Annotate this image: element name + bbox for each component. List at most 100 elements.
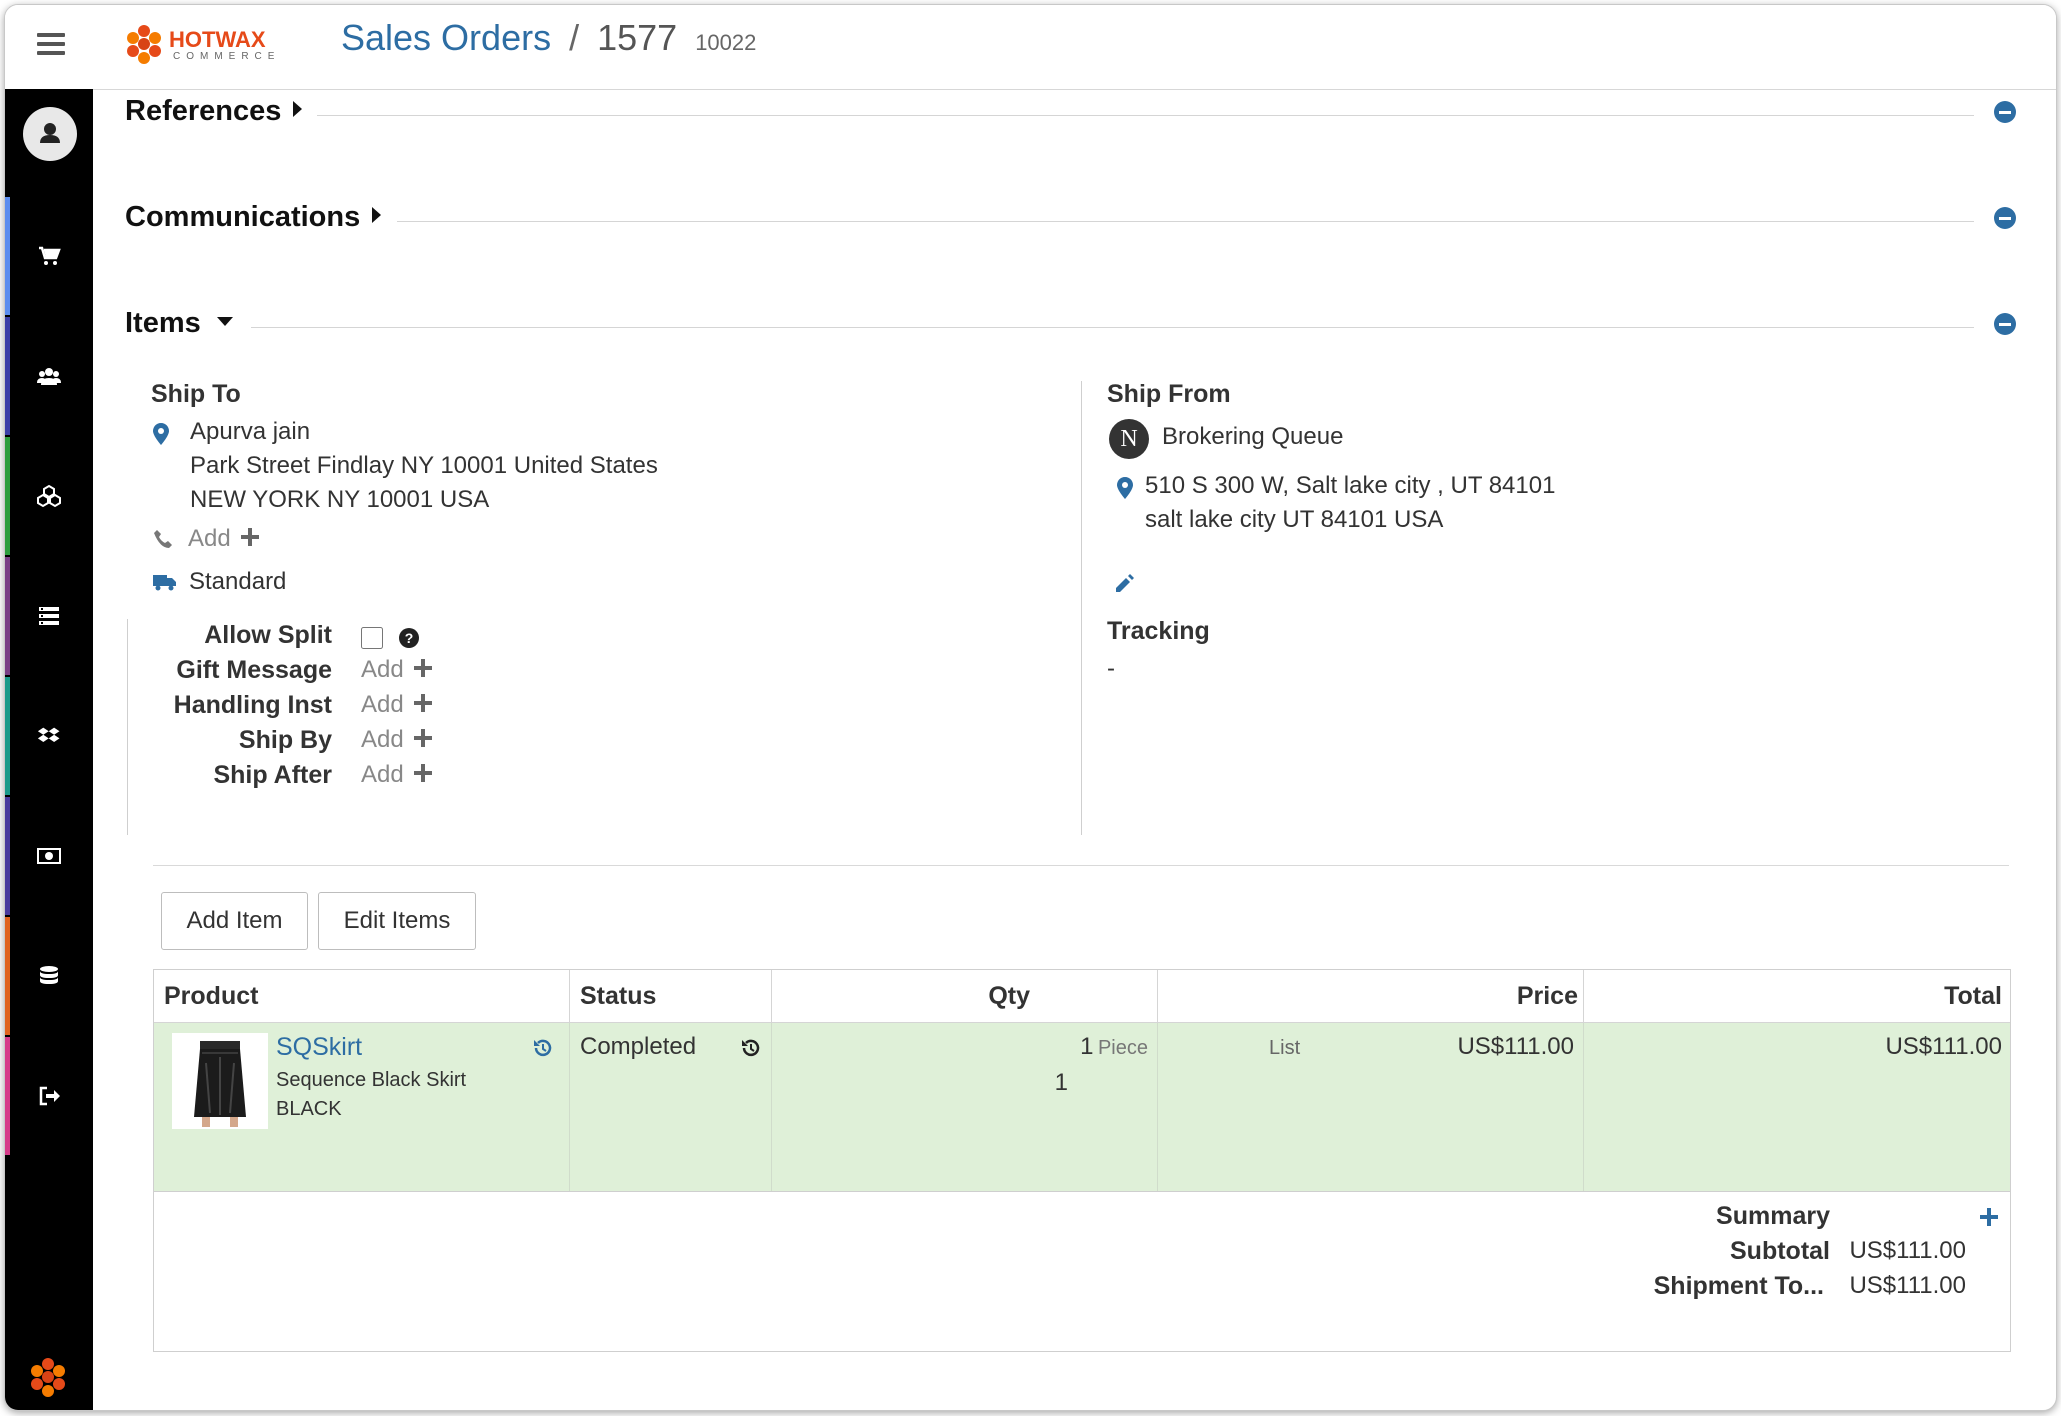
money-icon — [37, 848, 61, 864]
sidebar-item-logout[interactable] — [5, 1037, 93, 1155]
plus-icon — [413, 658, 432, 677]
sidebar-stripe — [5, 317, 10, 435]
avatar[interactable] — [23, 107, 77, 161]
user-icon — [40, 123, 60, 143]
sidebar-stripe — [5, 677, 10, 795]
column-header-qty: Qty — [988, 982, 1030, 1010]
section-items-toggle[interactable]: Items — [125, 307, 233, 340]
ship-to-address-line2: NEW YORK NY 10001 USA — [190, 486, 490, 513]
shipment-total-value: US$111.00 — [1849, 1272, 1966, 1299]
edit-items-button[interactable]: Edit Items — [318, 892, 476, 950]
plus-icon — [413, 728, 432, 747]
add-item-button[interactable]: Add Item — [161, 892, 308, 950]
ship-to-address-line1: Park Street Findlay NY 10001 United Stat… — [190, 452, 658, 479]
ship-from-address-line1: 510 S 300 W, Salt lake city , UT 84101 — [1145, 472, 1556, 499]
sidebar-stripe — [5, 437, 10, 555]
map-marker-icon — [1117, 477, 1133, 499]
col-divider — [771, 1023, 772, 1191]
qty-value: 1 — [1080, 1033, 1094, 1060]
sidebar-stripe — [5, 197, 10, 315]
sidebar-item-orders[interactable] — [5, 197, 93, 315]
product-id-link[interactable]: SQSkirt — [276, 1033, 362, 1062]
sidebar-item-products[interactable] — [5, 437, 93, 555]
table-row: SQSkirt Sequence Black Skirt BLACK Compl… — [154, 1022, 2010, 1192]
options-divider — [127, 619, 128, 835]
cubes-icon — [37, 484, 61, 508]
top-bar: HOTWAX COMMERCE Sales Orders / 1577 10022 — [5, 5, 2056, 90]
hamburger-menu-icon[interactable] — [37, 33, 65, 55]
column-header-product: Product — [164, 982, 259, 1010]
section-title: Communications — [125, 201, 361, 233]
product-thumbnail[interactable] — [172, 1033, 268, 1129]
section-title: Items — [125, 307, 201, 339]
minus-circle-icon[interactable] — [1994, 207, 2016, 229]
qty-second: 1 — [1054, 1069, 1068, 1096]
sidebar-item-lists[interactable] — [5, 557, 93, 675]
breadcrumb-separator: / — [569, 17, 580, 58]
brand-name: HOTWAX — [169, 27, 266, 52]
subtotal-label: Subtotal — [1730, 1237, 1830, 1265]
sidebar-item-database[interactable] — [5, 917, 93, 1035]
hotwax-hex-logo-icon — [127, 25, 161, 64]
item-qty: 1 Piece — [1080, 1033, 1148, 1061]
ship-after-label: Ship After — [213, 761, 332, 789]
breadcrumb-sales-orders-link[interactable]: Sales Orders — [341, 17, 551, 58]
section-title: References — [125, 95, 282, 127]
facility-name: Brokering Queue — [1162, 423, 1344, 450]
ship-by-label: Ship By — [238, 726, 332, 754]
truck-icon — [153, 575, 176, 591]
gift-message-add-button[interactable]: Add — [361, 656, 432, 684]
ship-from-heading: Ship From — [1107, 380, 1231, 408]
hotwax-logo[interactable]: HOTWAX COMMERCE — [121, 21, 281, 69]
ship-by-add-button[interactable]: Add — [361, 726, 432, 754]
sidebar-item-payments[interactable] — [5, 797, 93, 915]
handling-inst-add-button[interactable]: Add — [361, 691, 432, 719]
order-ref: 10022 — [695, 30, 757, 55]
main-content: References Communications Items Ship To … — [93, 89, 2056, 1410]
phone-add-label: Add — [188, 525, 231, 552]
phone-add-button[interactable]: Add — [188, 525, 259, 553]
facility-badge: N — [1109, 419, 1149, 459]
sign-out-icon — [39, 1086, 60, 1106]
plus-icon — [413, 763, 432, 782]
cart-icon — [39, 246, 61, 265]
items-table: Product Status Qty Price Total SQSkirt S… — [153, 969, 2011, 1352]
allow-split-checkbox[interactable] — [361, 627, 383, 649]
allow-split-label: Allow Split — [204, 621, 332, 649]
history-icon[interactable] — [740, 1037, 762, 1059]
sidebar-stripe — [5, 917, 10, 1035]
column-header-status: Status — [580, 982, 657, 1010]
minus-circle-icon[interactable] — [1994, 101, 2016, 123]
add-label: Add — [361, 726, 404, 753]
plus-icon[interactable] — [1980, 1208, 1998, 1226]
sidebar-stripe — [5, 557, 10, 675]
caret-down-icon — [216, 316, 233, 326]
ship-after-add-button[interactable]: Add — [361, 761, 432, 789]
qty-unit: Piece — [1097, 1037, 1148, 1059]
product-name: Sequence Black Skirt — [276, 1069, 467, 1091]
hotwax-footer-logo-icon — [31, 1358, 65, 1397]
column-header-price: Price — [1516, 982, 1578, 1010]
section-references-toggle[interactable]: References — [125, 95, 303, 128]
pencil-edit-icon[interactable] — [1113, 573, 1135, 595]
breadcrumb: Sales Orders / 1577 10022 — [341, 17, 756, 59]
sidebar-item-customers[interactable] — [5, 317, 93, 435]
section-references: References — [125, 95, 2016, 135]
history-icon[interactable] — [532, 1037, 554, 1059]
section-communications-toggle[interactable]: Communications — [125, 201, 382, 234]
add-label: Add — [361, 761, 404, 788]
divider — [251, 327, 1974, 328]
column-divider — [1081, 381, 1082, 835]
section-communications: Communications — [125, 201, 2016, 241]
tracking-heading: Tracking — [1107, 617, 1210, 645]
minus-circle-icon[interactable] — [1994, 313, 2016, 335]
col-divider — [1157, 1023, 1158, 1191]
col-divider — [569, 1023, 570, 1191]
svg-text:?: ? — [405, 630, 414, 646]
skirt-image — [194, 1041, 246, 1127]
question-circle-icon[interactable]: ? — [399, 628, 419, 648]
sidebar-item-shipping[interactable] — [5, 677, 93, 795]
summary-heading: Summary — [1716, 1202, 1830, 1230]
dropbox-icon — [37, 727, 60, 742]
tracking-value: - — [1107, 655, 1115, 682]
